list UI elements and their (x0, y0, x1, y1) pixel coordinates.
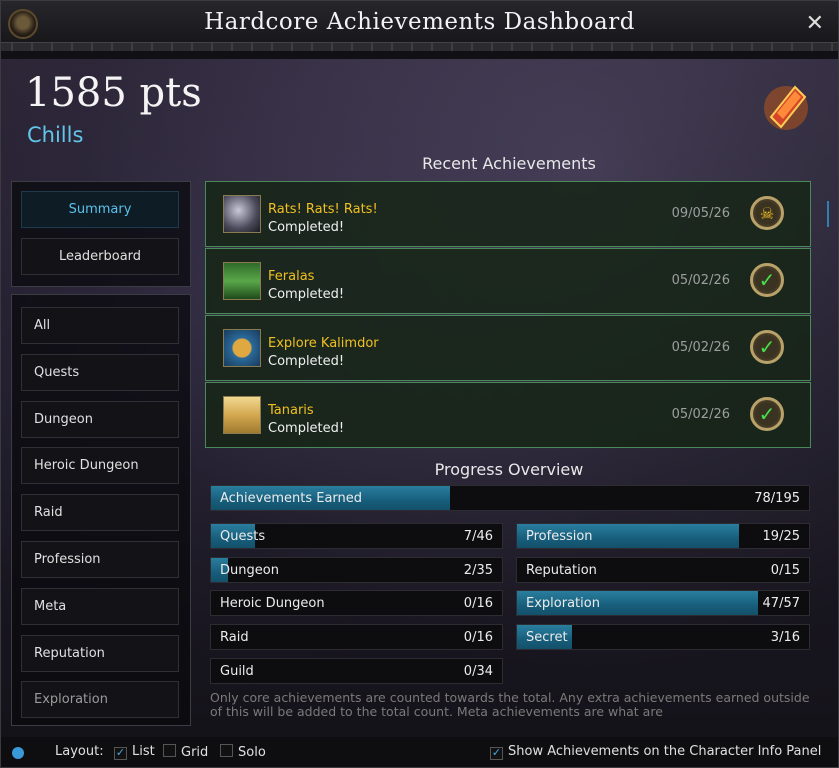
show-panel-option[interactable]: ✓ Show Achievements on the Character Info… (490, 744, 821, 760)
achievement-date: 09/05/26 (671, 206, 730, 221)
progress-overview-heading: Progress Overview (434, 460, 584, 479)
progress-label: Dungeon (220, 563, 279, 578)
view-nav-panel: Summary Leaderboard (11, 181, 191, 287)
progress-label: Profession (526, 529, 593, 544)
achievement-row[interactable]: Tanaris Completed! 05/02/26 ✓ (205, 382, 811, 448)
category-heroic-dungeon[interactable]: Heroic Dungeon (21, 447, 179, 484)
guild-progress-bar: Guild 0/34 (210, 658, 503, 684)
achievement-date: 05/02/26 (671, 407, 730, 422)
category-quests[interactable]: Quests (21, 354, 179, 391)
progress-label: Reputation (526, 563, 597, 578)
layout-grid-option[interactable]: Grid (163, 744, 208, 760)
category-meta[interactable]: Meta (21, 588, 179, 625)
achievement-name: Explore Kalimdor (268, 336, 379, 351)
heroic-dungeon-progress-bar: Heroic Dungeon 0/16 (210, 590, 503, 616)
rat-boss-icon (223, 195, 261, 233)
raid-progress-bar: Raid 0/16 (210, 624, 503, 650)
kalimdor-map-icon (223, 329, 261, 367)
progress-label: Secret (526, 630, 568, 645)
progress-value: 0/16 (463, 630, 493, 645)
progress-value: 19/25 (762, 529, 800, 544)
achievement-date: 05/02/26 (671, 273, 730, 288)
achievement-status: Completed! (268, 421, 345, 436)
leaderboard-tab[interactable]: Leaderboard (21, 238, 179, 275)
achievement-date: 05/02/26 (671, 340, 730, 355)
feralas-zone-icon (223, 262, 261, 300)
title-bar: Hardcore Achievements Dashboard ✕ (1, 1, 838, 51)
checkbox-icon[interactable] (163, 744, 176, 757)
category-exploration[interactable]: Exploration (21, 681, 179, 718)
checkbox-checked-icon[interactable]: ✓ (114, 747, 127, 760)
window-title: Hardcore Achievements Dashboard (204, 9, 635, 35)
achievement-name: Tanaris (268, 403, 314, 418)
achievement-name: Rats! Rats! Rats! (268, 202, 378, 217)
reputation-progress-bar: Reputation 0/15 (516, 557, 810, 583)
gear-icon[interactable] (12, 747, 24, 759)
character-name: Chills (27, 123, 84, 147)
category-reputation[interactable]: Reputation (21, 635, 179, 672)
progress-value: 0/16 (463, 596, 493, 611)
recent-scrollbar[interactable] (827, 201, 829, 227)
recent-achievements-heading: Recent Achievements (422, 154, 596, 173)
progress-label: Achievements Earned (220, 491, 363, 506)
checkbox-icon[interactable] (220, 744, 233, 757)
progress-label: Exploration (526, 596, 600, 611)
checkmark-icon: ✓ (750, 330, 784, 364)
exploration-progress-bar: Exploration 47/57 (516, 590, 810, 616)
dungeon-progress-bar: Dungeon 2/35 (210, 557, 503, 583)
recent-achievements-list: Rats! Rats! Rats! Completed! 09/05/26 ☠ … (205, 181, 813, 449)
close-icon[interactable]: ✕ (806, 11, 824, 36)
achievement-status: Completed! (268, 354, 345, 369)
progress-value: 47/57 (762, 596, 800, 611)
progress-label: Guild (220, 664, 254, 679)
achievement-status: Completed! (268, 287, 345, 302)
boss-medal-icon: ☠ (750, 196, 784, 230)
progress-value: 2/35 (463, 563, 493, 578)
tanaris-zone-icon (223, 396, 261, 434)
category-all[interactable]: All (21, 307, 179, 344)
progress-note: Only core achievements are counted towar… (210, 690, 810, 719)
gem-emblem-icon (764, 85, 808, 130)
achievement-row[interactable]: Explore Kalimdor Completed! 05/02/26 ✓ (205, 315, 811, 381)
progress-value: 7/46 (463, 529, 493, 544)
progress-value: 0/15 (770, 563, 800, 578)
layout-label: Layout: (55, 744, 104, 759)
category-profession[interactable]: Profession (21, 541, 179, 578)
summary-tab[interactable]: Summary (21, 191, 179, 228)
footer-bar: Layout: ✓ List Grid Solo ✓ Show Achievemen… (1, 737, 838, 767)
layout-grid-label: Grid (181, 745, 209, 760)
category-scrollbar[interactable] (190, 312, 191, 342)
checkmark-icon: ✓ (750, 397, 784, 431)
achievement-status: Completed! (268, 220, 345, 235)
achievement-row[interactable]: Rats! Rats! Rats! Completed! 09/05/26 ☠ (205, 181, 811, 247)
progress-value: 3/16 (770, 630, 800, 645)
profession-progress-bar: Profession 19/25 (516, 523, 810, 549)
progress-label: Quests (220, 529, 266, 544)
total-points: 1585 pts (25, 70, 202, 116)
achievement-row[interactable]: Feralas Completed! 05/02/26 ✓ (205, 248, 811, 314)
layout-list-label: List (132, 744, 155, 759)
progress-value: 0/34 (463, 664, 493, 679)
category-list: All Quests Dungeon Heroic Dungeon Raid P… (11, 294, 191, 726)
progress-label: Raid (220, 630, 249, 645)
progress-value: 78/195 (754, 491, 800, 506)
layout-list-option[interactable]: ✓ List (114, 744, 155, 760)
show-panel-label: Show Achievements on the Character Info … (508, 744, 822, 759)
dashboard-window: Hardcore Achievements Dashboard ✕ 1585 p… (0, 0, 839, 768)
category-raid[interactable]: Raid (21, 494, 179, 531)
layout-solo-option[interactable]: Solo (220, 744, 266, 760)
progress-label: Heroic Dungeon (220, 596, 325, 611)
total-progress-bar: Achievements Earned 78/195 (210, 485, 810, 511)
checkbox-checked-icon[interactable]: ✓ (490, 747, 503, 760)
secret-progress-bar: Secret 3/16 (516, 624, 810, 650)
achievement-name: Feralas (268, 269, 315, 284)
quests-progress-bar: Quests 7/46 (210, 523, 503, 549)
title-bar-trim (1, 42, 838, 51)
category-dungeon[interactable]: Dungeon (21, 401, 179, 438)
layout-solo-label: Solo (238, 745, 266, 760)
checkmark-icon: ✓ (750, 263, 784, 297)
